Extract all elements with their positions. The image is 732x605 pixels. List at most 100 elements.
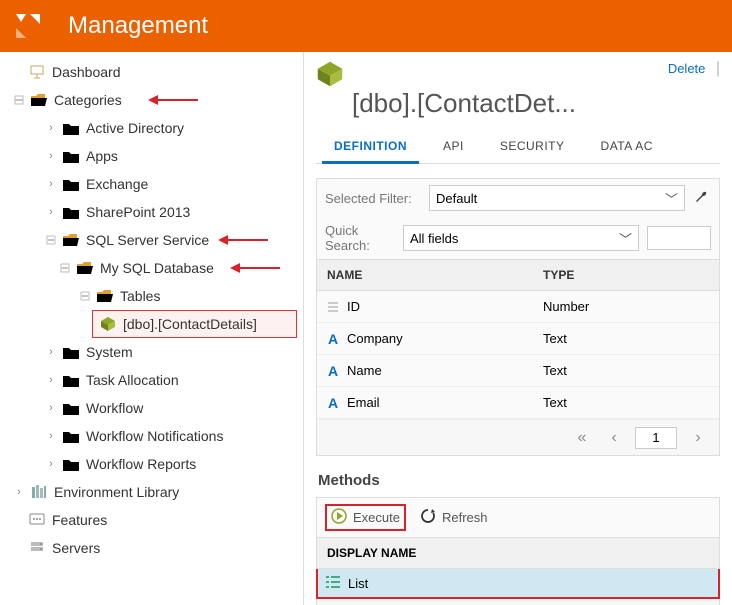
collapse-icon[interactable] [44, 233, 58, 247]
tab-api[interactable]: API [425, 129, 482, 163]
tree-label: Active Directory [86, 120, 184, 136]
pager-first-icon[interactable]: « [571, 427, 593, 449]
pager-page-input[interactable] [635, 427, 677, 449]
selected-filter-dropdown[interactable]: Default ﹀ [429, 185, 685, 211]
tree-features[interactable]: Features [0, 506, 303, 534]
app-header: Management [0, 0, 732, 52]
folder-icon [62, 372, 80, 388]
collapse-icon[interactable] [12, 93, 26, 107]
selected-filter-value: Default [436, 191, 477, 206]
chevron-right-icon[interactable]: › [12, 485, 26, 499]
method-label: List [348, 576, 368, 591]
tree-label: SharePoint 2013 [86, 204, 190, 220]
tree-workflow-notifications[interactable]: › Workflow Notifications [0, 422, 303, 450]
tree-label: Tables [120, 288, 160, 304]
quick-search-input[interactable] [647, 226, 711, 250]
chevron-right-icon[interactable]: › [44, 401, 58, 415]
tree-task-allocation[interactable]: › Task Allocation [0, 366, 303, 394]
pager-next-icon[interactable]: › [687, 427, 709, 449]
text-type-icon: A [323, 363, 343, 379]
table-row[interactable]: IDNumber [317, 291, 719, 323]
tree-label: Workflow Reports [86, 456, 196, 472]
folder-open-icon [30, 92, 48, 108]
property-name: ID [343, 299, 533, 314]
folder-open-icon [62, 232, 80, 248]
tree-exchange[interactable]: › Exchange [0, 170, 303, 198]
property-type: Number [533, 299, 719, 314]
tree-dashboard[interactable]: Dashboard [0, 58, 303, 86]
tab-security[interactable]: SECURITY [482, 129, 583, 163]
annotation-arrow-icon [230, 260, 280, 276]
quick-search-dropdown[interactable]: All fields ﹀ [403, 225, 639, 251]
collapse-icon[interactable] [58, 261, 72, 275]
delete-link[interactable]: Delete [668, 61, 706, 76]
library-icon [30, 484, 48, 500]
tree-categories[interactable]: Categories [0, 86, 303, 114]
object-header: Delete | [dbo].[ContactDet... DEFINITION… [304, 52, 732, 164]
folder-icon [62, 344, 80, 360]
tree-label: Workflow [86, 400, 143, 416]
table-row[interactable]: ACompanyText [317, 323, 719, 355]
folder-icon [62, 204, 80, 220]
refresh-label: Refresh [442, 510, 488, 525]
tab-definition[interactable]: DEFINITION [316, 129, 425, 163]
tree-apps[interactable]: › Apps [0, 142, 303, 170]
tree-servers[interactable]: Servers [0, 534, 303, 562]
chevron-right-icon[interactable]: › [44, 205, 58, 219]
tree-label: System [86, 344, 133, 360]
folder-icon [62, 456, 80, 472]
pager-prev-icon[interactable]: ‹ [603, 427, 625, 449]
col-type-header[interactable]: TYPE [533, 260, 719, 290]
tree-label: Servers [52, 540, 100, 556]
chevron-right-icon[interactable]: › [44, 429, 58, 443]
tab-data-access[interactable]: DATA AC [583, 129, 671, 163]
folder-icon [62, 428, 80, 444]
chevron-right-icon[interactable]: › [44, 177, 58, 191]
property-type: Text [533, 331, 719, 346]
easel-icon [28, 64, 46, 80]
tree-sql-service[interactable]: SQL Server Service [0, 226, 303, 254]
refresh-button[interactable]: Refresh [420, 508, 488, 527]
folder-icon [62, 120, 80, 136]
tree-label: Workflow Notifications [86, 428, 223, 444]
tree-workflow[interactable]: › Workflow [0, 394, 303, 422]
tree-active-directory[interactable]: › Active Directory [0, 114, 303, 142]
execute-button[interactable]: Execute [325, 504, 406, 531]
tree-environment-library[interactable]: › Environment Library [0, 478, 303, 506]
text-type-icon: A [323, 331, 343, 347]
col-name-header[interactable]: NAME [317, 260, 533, 290]
tree-label: SQL Server Service [86, 232, 209, 248]
table-row[interactable]: ANameText [317, 355, 719, 387]
id-type-icon [323, 300, 343, 314]
quick-search-label: Quick Search: [325, 223, 395, 253]
chevron-right-icon[interactable]: › [44, 345, 58, 359]
tree-tables[interactable]: Tables [0, 282, 303, 310]
tree-system[interactable]: › System [0, 338, 303, 366]
folder-icon [62, 148, 80, 164]
selected-filter-label: Selected Filter: [325, 191, 421, 206]
collapse-icon[interactable] [78, 289, 92, 303]
tree-label: Exchange [86, 176, 148, 192]
chevron-right-icon[interactable]: › [44, 121, 58, 135]
tree-contact-details[interactable]: [dbo].[ContactDetails] [92, 310, 297, 338]
method-row-list[interactable]: List [316, 569, 720, 599]
methods-toolbar: Execute Refresh [316, 497, 720, 537]
tree-workflow-reports[interactable]: › Workflow Reports [0, 450, 303, 478]
tree-sharepoint[interactable]: › SharePoint 2013 [0, 198, 303, 226]
chevron-right-icon[interactable]: › [44, 457, 58, 471]
folder-open-icon [76, 260, 94, 276]
property-name: Company [343, 331, 533, 346]
table-row[interactable]: AEmailText [317, 387, 719, 419]
tree-label: My SQL Database [100, 260, 214, 276]
tree-my-db[interactable]: My SQL Database [0, 254, 303, 282]
tree-label: Features [52, 512, 107, 528]
smartobject-icon [316, 60, 344, 88]
smartobject-icon [99, 316, 117, 332]
chevron-right-icon[interactable]: › [44, 373, 58, 387]
property-name: Name [343, 363, 533, 378]
chevron-right-icon[interactable]: › [44, 149, 58, 163]
wrench-icon[interactable] [693, 189, 711, 207]
methods-header[interactable]: DISPLAY NAME [316, 537, 720, 569]
folder-icon [62, 176, 80, 192]
chevron-down-icon: ﹀ [665, 189, 678, 208]
